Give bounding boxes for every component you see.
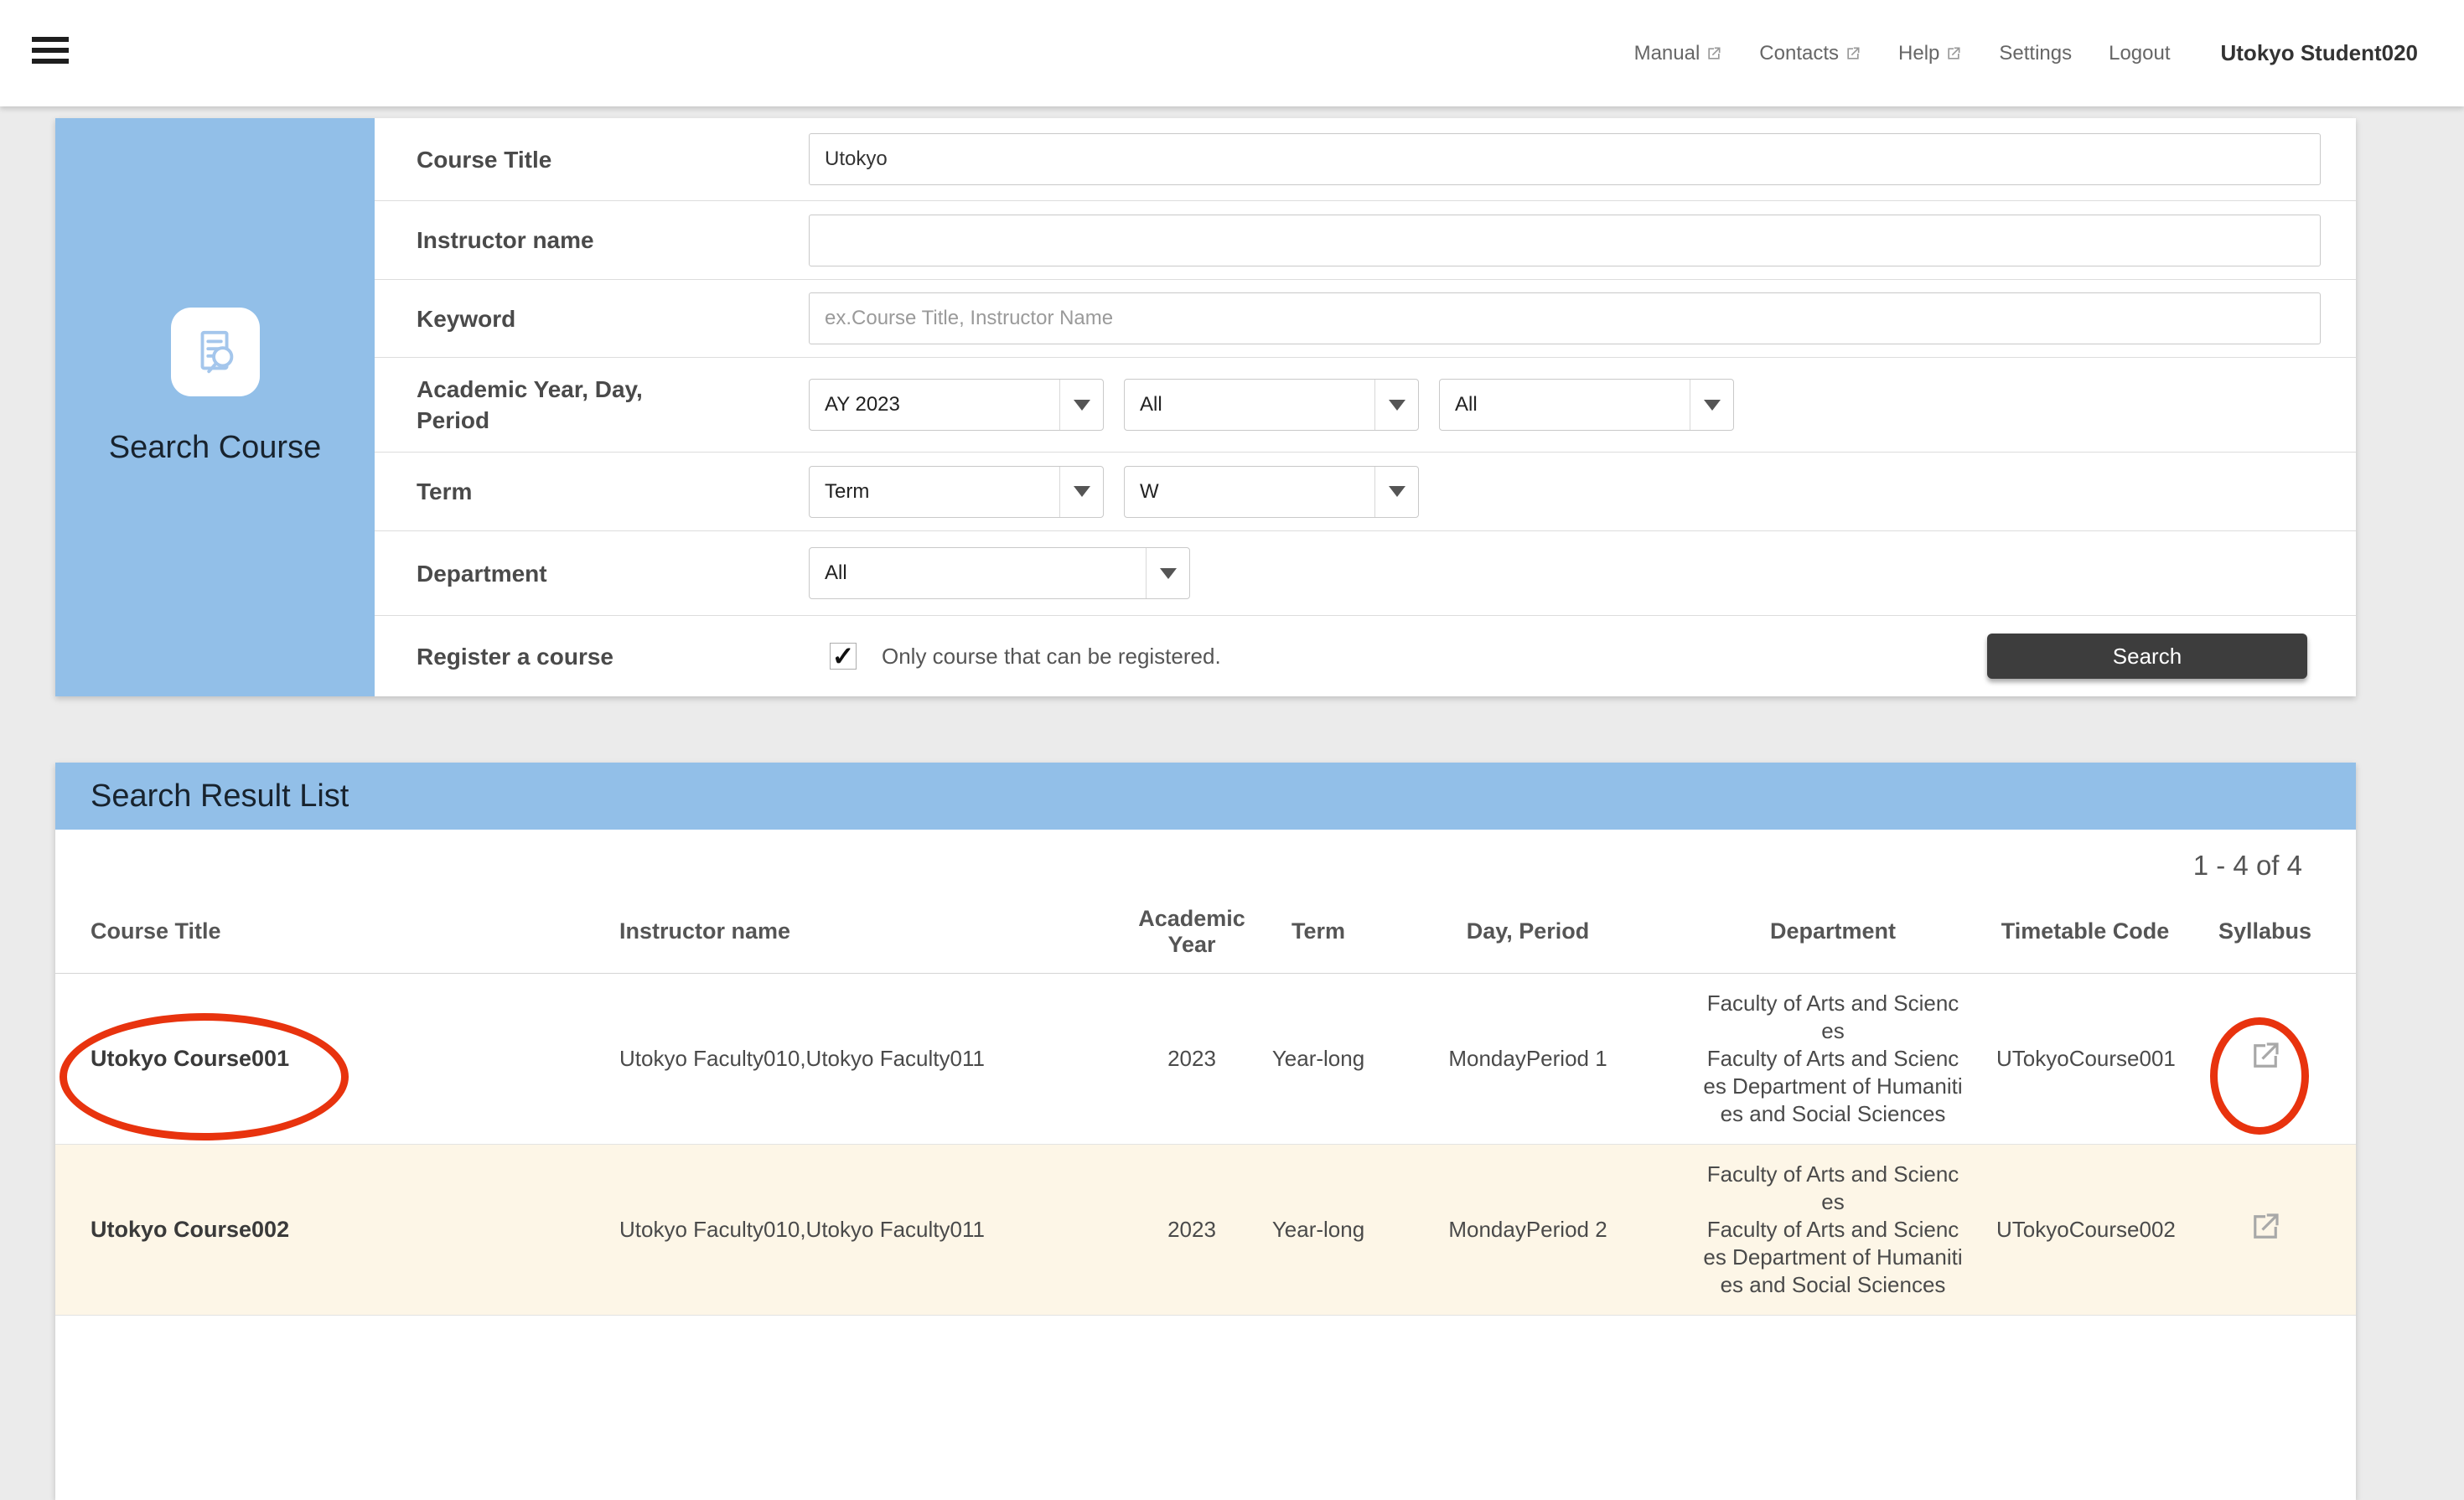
form-row-course-title: Course Title bbox=[375, 118, 2356, 201]
search-button[interactable]: Search bbox=[1987, 634, 2307, 679]
day-select-value: All bbox=[1125, 393, 1374, 416]
search-result-list-title: Search Result List bbox=[91, 778, 349, 815]
register-a-course-label: Register a course bbox=[375, 641, 809, 672]
course-title-label: Course Title bbox=[375, 144, 809, 175]
external-link-icon bbox=[2248, 1038, 2283, 1076]
nav-manual-label: Manual bbox=[1634, 42, 1700, 65]
timetable-code-cell: UTokyoCourse002 bbox=[1996, 1217, 2174, 1243]
column-header-course-title: Course Title bbox=[55, 918, 592, 944]
course-title-input[interactable] bbox=[809, 133, 2321, 185]
academic-year-day-period-label: Academic Year, Day, Period bbox=[375, 374, 809, 436]
instructor-cell: Utokyo Faculty010,Utokyo Faculty011 bbox=[592, 1217, 1133, 1243]
academic-year-select-value: AY 2023 bbox=[810, 393, 1059, 416]
syllabus-link-button[interactable] bbox=[2248, 1209, 2283, 1247]
search-course-sidebar: Search Course bbox=[55, 118, 375, 696]
dropdown-arrow-icon bbox=[1059, 380, 1103, 430]
academic-year-select[interactable]: AY 2023 bbox=[809, 379, 1104, 431]
column-header-syllabus: Syllabus bbox=[2174, 918, 2356, 944]
department-label: Department bbox=[375, 558, 809, 589]
term-cell: Year-long bbox=[1250, 1046, 1386, 1072]
logged-in-user-name: Utokyo Student020 bbox=[2221, 40, 2419, 66]
timetable-code-cell: UTokyoCourse001 bbox=[1996, 1046, 2174, 1072]
result-table-header-row: Course Title Instructor name Academic Ye… bbox=[55, 890, 2356, 974]
instructor-cell: Utokyo Faculty010,Utokyo Faculty011 bbox=[592, 1046, 1133, 1072]
nav-contacts[interactable]: Contacts bbox=[1759, 42, 1861, 65]
department-cell: Faculty of Arts and Scienc es Faculty of… bbox=[1669, 990, 1996, 1128]
external-link-icon bbox=[1845, 45, 1861, 62]
search-course-panel: Search Course Course Title Instructor na… bbox=[55, 118, 2356, 696]
department-cell: Faculty of Arts and Scienc es Faculty of… bbox=[1669, 1161, 1996, 1299]
form-row-keyword: Keyword bbox=[375, 280, 2356, 358]
term-value-select[interactable]: W bbox=[1124, 466, 1419, 518]
course-search-icon bbox=[171, 308, 260, 396]
column-header-day-period: Day, Period bbox=[1386, 918, 1669, 944]
top-nav: Manual Contacts Help Settings Logout Uto… bbox=[1634, 0, 2418, 106]
pagination-status: 1 - 4 of 4 bbox=[55, 841, 2356, 890]
column-header-instructor-name: Instructor name bbox=[592, 918, 1133, 944]
syllabus-link-button[interactable] bbox=[2248, 1038, 2283, 1076]
day-select[interactable]: All bbox=[1124, 379, 1419, 431]
academic-year-cell: 2023 bbox=[1133, 1046, 1250, 1072]
search-form: Course Title Instructor name Keyword Aca… bbox=[375, 118, 2356, 696]
nav-help[interactable]: Help bbox=[1898, 42, 1962, 65]
external-link-icon bbox=[2248, 1209, 2283, 1247]
form-row-instructor: Instructor name bbox=[375, 201, 2356, 280]
hamburger-bar bbox=[32, 59, 69, 64]
column-header-term: Term bbox=[1250, 918, 1386, 944]
result-table-row: Utokyo Course002 Utokyo Faculty010,Utoky… bbox=[55, 1145, 2356, 1316]
day-period-cell: MondayPeriod 1 bbox=[1386, 1046, 1669, 1072]
term-value-select-value: W bbox=[1125, 480, 1374, 504]
top-bar: Manual Contacts Help Settings Logout Uto… bbox=[0, 0, 2464, 106]
register-checkbox[interactable]: ✓ bbox=[830, 643, 857, 670]
search-result-list-header: Search Result List bbox=[55, 763, 2356, 830]
external-link-icon bbox=[1945, 45, 1962, 62]
checkmark-icon: ✓ bbox=[832, 643, 855, 670]
dropdown-arrow-icon bbox=[1059, 467, 1103, 517]
form-row-academic-year-day-period: Academic Year, Day, Period AY 2023 All A… bbox=[375, 358, 2356, 453]
column-header-academic-year: Academic Year bbox=[1133, 906, 1250, 958]
dropdown-arrow-icon bbox=[1690, 380, 1733, 430]
form-row-term: Term Term W bbox=[375, 453, 2356, 531]
nav-logout[interactable]: Logout bbox=[2109, 42, 2170, 65]
hamburger-menu-icon[interactable] bbox=[32, 37, 69, 70]
search-panel-title: Search Course bbox=[109, 430, 321, 466]
external-link-icon bbox=[1706, 45, 1722, 62]
period-select-value: All bbox=[1440, 393, 1690, 416]
dropdown-arrow-icon bbox=[1146, 548, 1189, 598]
hamburger-bar bbox=[32, 37, 69, 42]
course-title-cell[interactable]: Utokyo Course002 bbox=[55, 1217, 592, 1243]
form-row-register: Register a course ✓ Only course that can… bbox=[375, 616, 2356, 696]
keyword-input[interactable] bbox=[809, 292, 2321, 344]
instructor-name-label: Instructor name bbox=[375, 225, 809, 256]
nav-manual[interactable]: Manual bbox=[1634, 42, 1723, 65]
day-period-cell: MondayPeriod 2 bbox=[1386, 1217, 1669, 1243]
form-row-department: Department All bbox=[375, 531, 2356, 616]
register-checkbox-note: Only course that can be registered. bbox=[882, 644, 1221, 670]
result-table-row: Utokyo Course001 Utokyo Faculty010,Utoky… bbox=[55, 974, 2356, 1145]
nav-settings-label: Settings bbox=[1999, 42, 2072, 65]
academic-year-cell: 2023 bbox=[1133, 1217, 1250, 1243]
course-title-cell[interactable]: Utokyo Course001 bbox=[55, 1046, 592, 1072]
nav-settings[interactable]: Settings bbox=[1999, 42, 2072, 65]
term-cell: Year-long bbox=[1250, 1217, 1386, 1243]
term-label: Term bbox=[375, 476, 809, 507]
column-header-department: Department bbox=[1669, 918, 1996, 944]
department-select-value: All bbox=[810, 561, 1146, 585]
nav-contacts-label: Contacts bbox=[1759, 42, 1839, 65]
nav-help-label: Help bbox=[1898, 42, 1939, 65]
term-type-select-value: Term bbox=[810, 480, 1059, 504]
dropdown-arrow-icon bbox=[1374, 380, 1418, 430]
term-type-select[interactable]: Term bbox=[809, 466, 1104, 518]
keyword-label: Keyword bbox=[375, 303, 809, 334]
hamburger-bar bbox=[32, 48, 69, 53]
instructor-name-input[interactable] bbox=[809, 215, 2321, 266]
dropdown-arrow-icon bbox=[1374, 467, 1418, 517]
period-select[interactable]: All bbox=[1439, 379, 1734, 431]
column-header-timetable-code: Timetable Code bbox=[1996, 918, 2174, 944]
nav-logout-label: Logout bbox=[2109, 42, 2170, 65]
search-result-panel: Search Result List 1 - 4 of 4 Course Tit… bbox=[55, 763, 2356, 1500]
department-select[interactable]: All bbox=[809, 547, 1190, 599]
